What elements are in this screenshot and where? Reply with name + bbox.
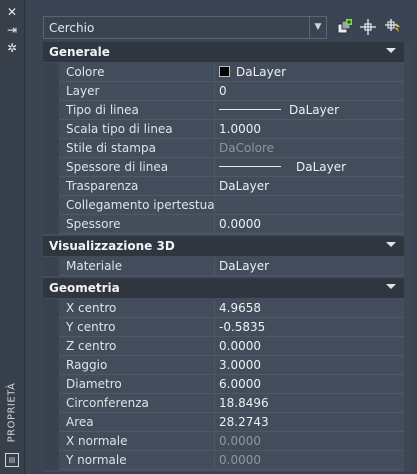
color-swatch-icon [219, 66, 230, 77]
select-objects-icon[interactable] [359, 18, 377, 36]
properties-settings-icon[interactable]: ✲ [4, 41, 20, 55]
property-label: X centro [59, 299, 215, 318]
property-row-spessore[interactable]: Spessore 0.0000 [43, 215, 404, 234]
property-value: DaColore [215, 139, 404, 158]
property-row-diametro[interactable]: Diametro 6.0000 [43, 375, 404, 394]
collapse-icon[interactable] [386, 48, 396, 53]
property-row-collegamento[interactable]: Collegamento ipertestuale [43, 196, 404, 215]
lineweight-preview-icon [219, 166, 281, 167]
property-value[interactable]: -0.5835 [215, 318, 404, 337]
property-label: Layer [59, 82, 215, 101]
property-value[interactable]: 0.0000 [215, 337, 404, 356]
property-value[interactable]: 18.8496 [215, 394, 404, 413]
property-label: Raggio [59, 356, 215, 375]
property-value[interactable]: DaLayer [215, 177, 404, 196]
collapse-icon[interactable] [386, 284, 396, 289]
property-label: Circonferenza [59, 394, 215, 413]
property-row-x-centro[interactable]: X centro 4.9658 [43, 299, 404, 318]
property-label: Area [59, 413, 215, 432]
selection-toolbar: Cerchio ▼ [43, 16, 410, 40]
properties-grid: Generale Colore DaLayer Layer 0 Tipo di … [43, 42, 404, 472]
palette-title-text: PROPRIETÀ [6, 382, 18, 443]
palette-title: PROPRIETÀ [2, 380, 22, 450]
property-row-x-normale[interactable]: X normale 0.0000 [43, 432, 404, 451]
property-label: Stile di stampa [59, 139, 215, 158]
object-type-dropdown[interactable]: Cerchio ▼ [43, 16, 327, 39]
property-label: Scala tipo di linea [59, 120, 215, 139]
linetype-preview-icon [219, 109, 281, 110]
close-icon[interactable]: ✕ [4, 5, 20, 19]
property-value: 0.0000 [215, 432, 404, 451]
property-value[interactable]: 3.0000 [215, 356, 404, 375]
property-row-colore[interactable]: Colore DaLayer [43, 63, 404, 82]
section-header-generale[interactable]: Generale [43, 42, 404, 62]
property-row-scala-tipo-di-linea[interactable]: Scala tipo di linea 1.0000 [43, 120, 404, 139]
property-row-stile-di-stampa[interactable]: Stile di stampa DaColore [43, 139, 404, 158]
property-value[interactable]: 0.0000 [215, 215, 404, 234]
vertical-scrollbar[interactable] [404, 42, 410, 472]
quick-select-icon[interactable] [384, 18, 402, 36]
section-title: Visualizzazione 3D [49, 239, 175, 253]
chevron-down-icon[interactable]: ▼ [309, 17, 326, 38]
property-label: Collegamento ipertestuale [59, 196, 215, 215]
property-row-trasparenza[interactable]: Trasparenza DaLayer [43, 177, 404, 196]
property-label: Trasparenza [59, 177, 215, 196]
property-value[interactable]: DaLayer [215, 158, 404, 177]
property-value[interactable]: DaLayer [215, 101, 404, 120]
property-value[interactable]: 6.0000 [215, 375, 404, 394]
toggle-pickadd-icon[interactable] [335, 18, 353, 36]
auto-hide-icon[interactable]: ⇥ [4, 23, 20, 37]
property-label: Spessore di linea [59, 158, 215, 177]
property-label: X normale [59, 432, 215, 451]
property-label: Y centro [59, 318, 215, 337]
property-row-materiale[interactable]: Materiale DaLayer [43, 257, 404, 276]
property-row-y-centro[interactable]: Y centro -0.5835 [43, 318, 404, 337]
property-value[interactable]: 0 [215, 82, 404, 101]
property-row-layer[interactable]: Layer 0 [43, 82, 404, 101]
property-value[interactable]: DaLayer [215, 63, 404, 82]
section-header-geometria[interactable]: Geometria [43, 278, 404, 298]
property-value[interactable]: DaLayer [215, 257, 404, 276]
section-title: Geometria [49, 281, 120, 295]
property-value[interactable]: 4.9658 [215, 299, 404, 318]
property-row-circonferenza[interactable]: Circonferenza 18.8496 [43, 394, 404, 413]
property-row-tipo-di-linea[interactable]: Tipo di linea DaLayer [43, 101, 404, 120]
properties-palette: ✕ ⇥ ✲ PROPRIETÀ ▤ Cerchio ▼ Generale Col… [0, 0, 417, 474]
property-label: Y normale [59, 451, 215, 470]
property-label: Materiale [59, 257, 215, 276]
property-label: Z centro [59, 337, 215, 356]
property-value: 0.0000 [215, 451, 404, 470]
object-type-value: Cerchio [49, 21, 95, 35]
property-row-spessore-di-linea[interactable]: Spessore di linea DaLayer [43, 158, 404, 177]
property-row-y-normale[interactable]: Y normale 0.0000 [43, 451, 404, 470]
property-value[interactable]: 28.2743 [215, 413, 404, 432]
property-label: Colore [59, 63, 215, 82]
palette-title-bar[interactable]: ✕ ⇥ ✲ PROPRIETÀ ▤ [0, 0, 25, 474]
property-row-raggio[interactable]: Raggio 3.0000 [43, 356, 404, 375]
property-row-area[interactable]: Area 28.2743 [43, 413, 404, 432]
property-value[interactable] [215, 196, 404, 215]
property-label: Tipo di linea [59, 101, 215, 120]
palette-menu-icon[interactable]: ▤ [5, 453, 19, 467]
property-label: Spessore [59, 215, 215, 234]
section-title: Generale [49, 45, 110, 59]
property-row-z-centro[interactable]: Z centro 0.0000 [43, 337, 404, 356]
property-value[interactable]: 1.0000 [215, 120, 404, 139]
collapse-icon[interactable] [386, 242, 396, 247]
property-label: Diametro [59, 375, 215, 394]
section-header-visualizzazione-3d[interactable]: Visualizzazione 3D [43, 236, 404, 256]
